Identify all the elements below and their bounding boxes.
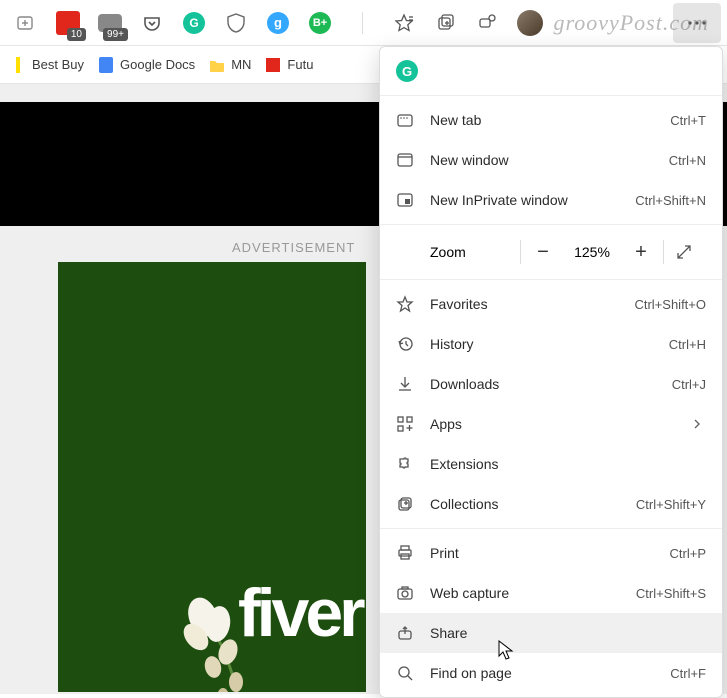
menu-label: Collections — [430, 496, 620, 512]
camera-icon — [396, 584, 414, 602]
menu-separator — [380, 528, 722, 529]
new-tab-icon — [396, 111, 414, 129]
menu-downloads[interactable]: Downloads Ctrl+J — [380, 364, 722, 404]
history-icon — [396, 335, 414, 353]
bookmark-favicon — [10, 57, 26, 73]
menu-label: Web capture — [430, 585, 620, 601]
menu-favorites[interactable]: Favorites Ctrl+Shift+O — [380, 284, 722, 324]
menu-shortcut: Ctrl+H — [669, 337, 706, 352]
mouse-cursor — [498, 640, 514, 662]
bookmark-favicon — [98, 57, 114, 73]
ext-badge: 99+ — [103, 28, 128, 41]
menu-inprivate[interactable]: New InPrivate window Ctrl+Shift+N — [380, 180, 722, 220]
menu-shortcut: Ctrl+Shift+N — [635, 193, 706, 208]
bookmark-item[interactable]: Futu — [265, 57, 313, 73]
menu-apps[interactable]: Apps — [380, 404, 722, 444]
menu-label: New tab — [430, 112, 654, 128]
ad-label: ADVERTISEMENT — [232, 240, 355, 255]
menu-collections[interactable]: Collections Ctrl+Shift+Y — [380, 484, 722, 524]
window-icon — [396, 151, 414, 169]
menu-shortcut: Ctrl+Shift+O — [634, 297, 706, 312]
menu-new-tab[interactable]: New tab Ctrl+T — [380, 100, 722, 140]
menu-share[interactable]: Share — [380, 613, 722, 653]
favorites-icon[interactable] — [384, 3, 424, 43]
bookmark-label: Google Docs — [120, 57, 195, 72]
bookmark-label: MN — [231, 57, 251, 72]
chat-icon[interactable] — [468, 3, 508, 43]
new-tab-button[interactable] — [6, 3, 46, 43]
apps-icon — [396, 415, 414, 433]
print-icon — [396, 544, 414, 562]
download-icon — [396, 375, 414, 393]
bookmark-label: Futu — [287, 57, 313, 72]
bookmark-label: Best Buy — [32, 57, 84, 72]
menu-separator — [380, 95, 722, 96]
menu-label: Apps — [430, 416, 672, 432]
menu-find[interactable]: Find on page Ctrl+F — [380, 653, 722, 693]
menu-label: New InPrivate window — [430, 192, 619, 208]
collections-icon[interactable] — [426, 3, 466, 43]
star-icon — [396, 295, 414, 313]
advertisement[interactable]: fiver — [58, 262, 366, 692]
grammarly-icon: G — [396, 60, 418, 82]
folder-icon — [209, 57, 225, 73]
pocket-icon[interactable] — [132, 3, 172, 43]
fullscreen-button[interactable] — [664, 244, 704, 260]
menu-header: G — [380, 51, 722, 91]
menu-label: Favorites — [430, 296, 618, 312]
inprivate-icon — [396, 191, 414, 209]
menu-label: Extensions — [430, 456, 706, 472]
ext-badge: 10 — [67, 28, 86, 41]
zoom-out-button[interactable]: − — [521, 232, 565, 272]
menu-history[interactable]: History Ctrl+H — [380, 324, 722, 364]
menu-web-capture[interactable]: Web capture Ctrl+Shift+S — [380, 573, 722, 613]
menu-shortcut: Ctrl+F — [670, 666, 706, 681]
menu-label: Print — [430, 545, 654, 561]
menu-print[interactable]: Print Ctrl+P — [380, 533, 722, 573]
bookmark-item[interactable]: MN — [209, 57, 251, 73]
profile-avatar[interactable] — [510, 3, 550, 43]
extensions-icon — [396, 455, 414, 473]
zoom-row: Zoom − 125% + — [380, 229, 722, 275]
menu-separator — [380, 279, 722, 280]
ublock-icon[interactable] — [216, 3, 256, 43]
settings-menu: G New tab Ctrl+T New window Ctrl+N New I… — [379, 46, 723, 698]
menu-shortcut: Ctrl+Shift+S — [636, 586, 706, 601]
menu-label: Downloads — [430, 376, 656, 392]
menu-shortcut: Ctrl+J — [672, 377, 706, 392]
menu-extensions[interactable]: Extensions — [380, 444, 722, 484]
menu-shortcut: Ctrl+P — [670, 546, 706, 561]
ad-brand-logo: fiver — [238, 574, 362, 652]
collections-icon — [396, 495, 414, 513]
menu-label: Share — [430, 625, 706, 641]
grammarly-icon[interactable]: G — [174, 3, 214, 43]
share-icon — [396, 624, 414, 642]
menu-new-window[interactable]: New window Ctrl+N — [380, 140, 722, 180]
zoom-label: Zoom — [430, 244, 520, 260]
ext-red-icon[interactable]: 10 — [48, 3, 88, 43]
zoom-value: 125% — [565, 244, 619, 260]
ext-blue-g-icon[interactable]: g — [258, 3, 298, 43]
menu-label: Find on page — [430, 665, 654, 681]
ext-counter-icon[interactable]: 99+ — [90, 3, 130, 43]
menu-separator — [380, 224, 722, 225]
chevron-right-icon — [688, 415, 706, 433]
bookmark-item[interactable]: Google Docs — [98, 57, 195, 73]
toolbar-divider — [342, 3, 382, 43]
menu-shortcut: Ctrl+T — [670, 113, 706, 128]
menu-shortcut: Ctrl+Shift+Y — [636, 497, 706, 512]
zoom-in-button[interactable]: + — [619, 232, 663, 272]
bookmark-item[interactable]: Best Buy — [10, 57, 84, 73]
menu-label: History — [430, 336, 653, 352]
bookmark-favicon — [265, 57, 281, 73]
search-icon — [396, 664, 414, 682]
menu-shortcut: Ctrl+N — [669, 153, 706, 168]
menu-label: New window — [430, 152, 653, 168]
ext-green-bplus-icon[interactable]: B+ — [300, 3, 340, 43]
watermark: groovyPost.com — [553, 10, 709, 36]
